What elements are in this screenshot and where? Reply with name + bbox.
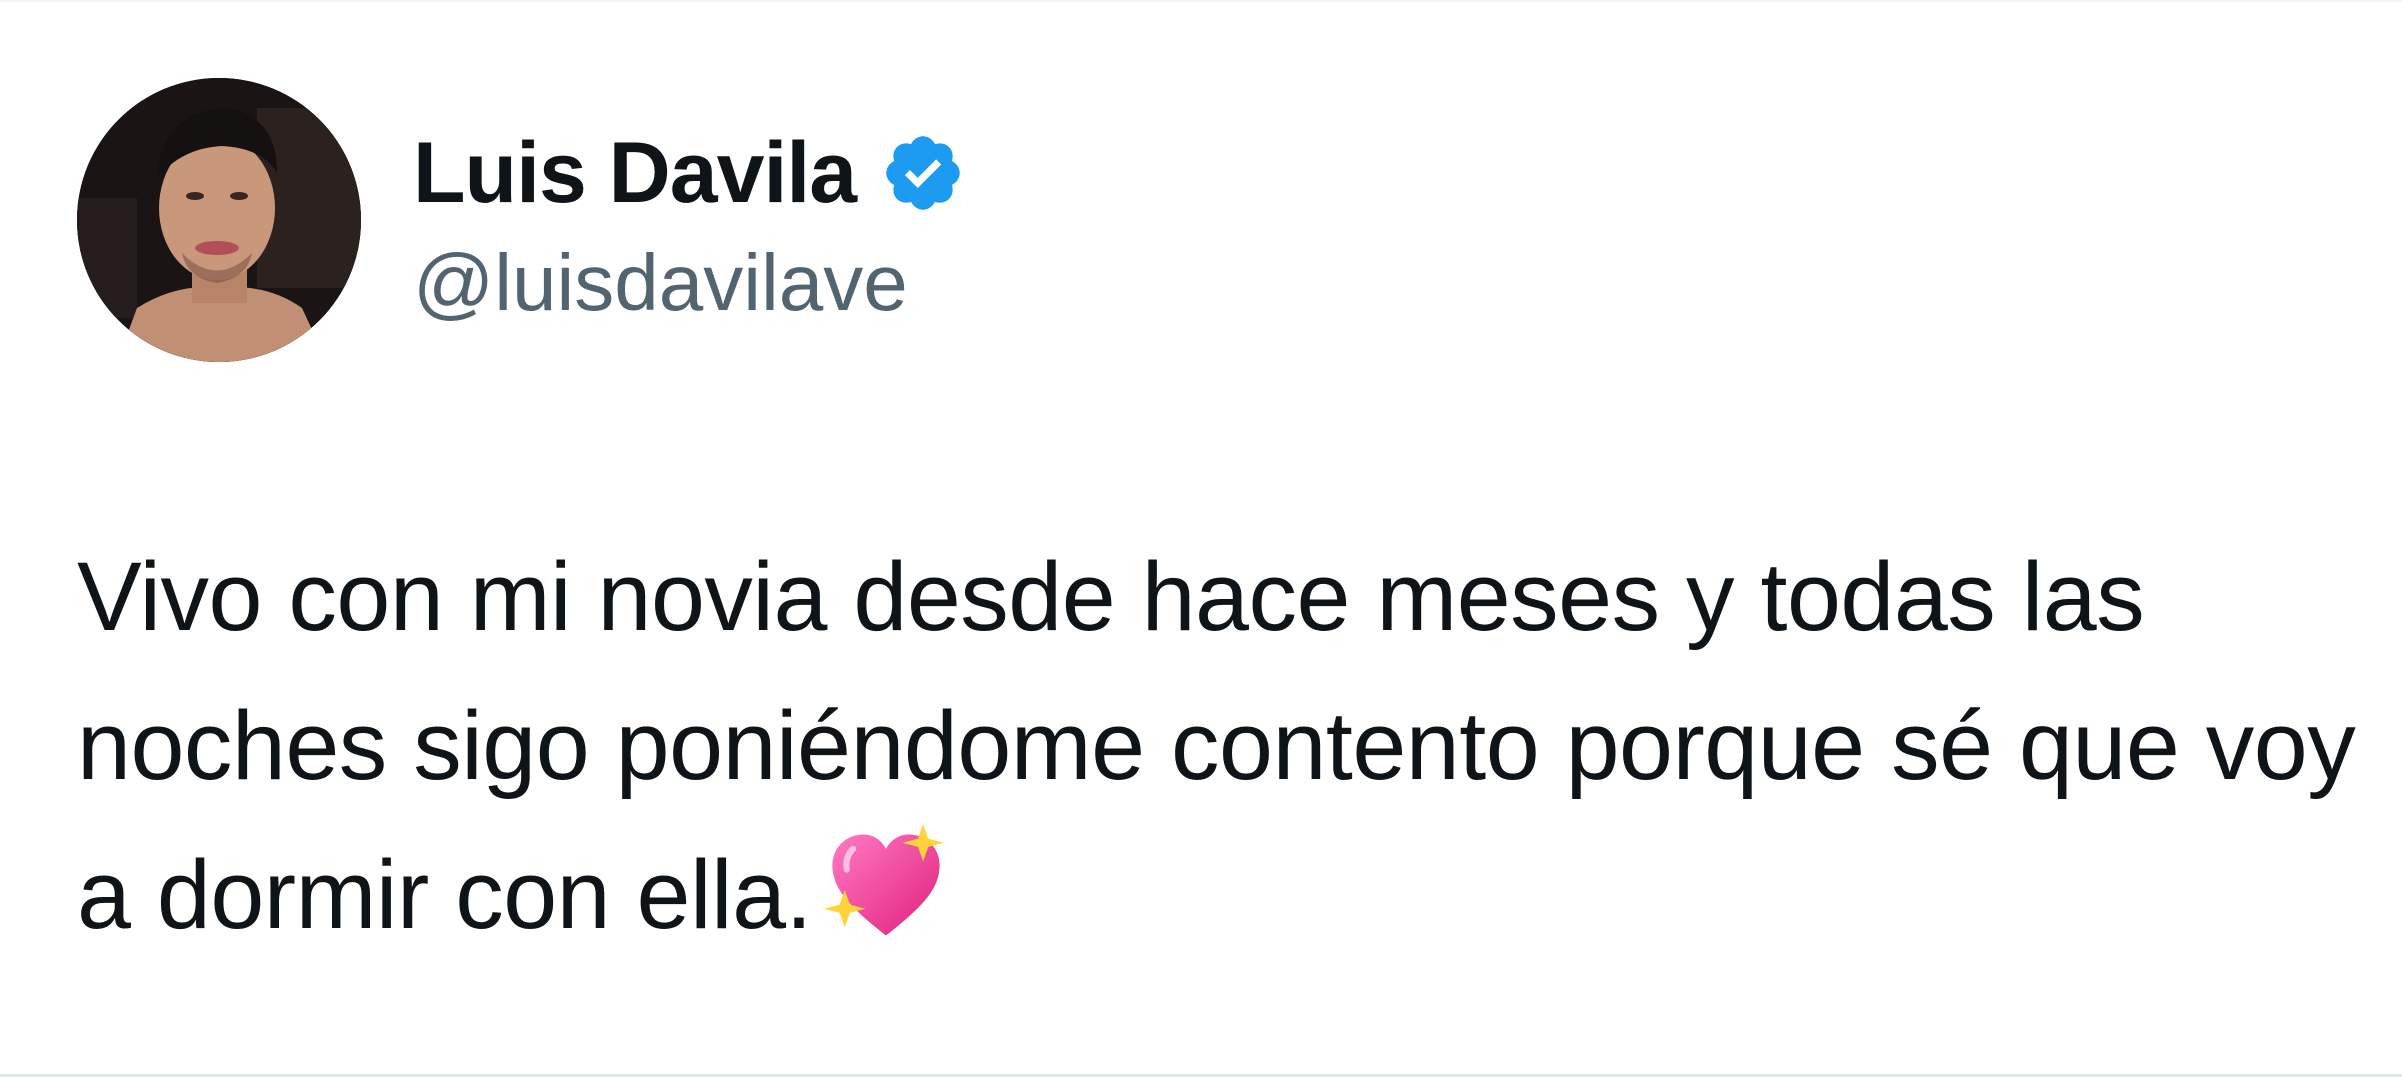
name-row: Luis Davila [413, 117, 966, 229]
tweet-header: Luis Davila @luisdavilave [77, 78, 2337, 362]
author-block: Luis Davila @luisdavilave [413, 117, 966, 323]
verified-badge-icon[interactable] [880, 130, 966, 216]
top-divider [0, 0, 2402, 2]
sparkling-heart-icon [820, 820, 952, 952]
avatar[interactable] [77, 78, 361, 362]
tweet-text: Vivo con mi novia desde hace meses y tod… [77, 542, 2356, 949]
author-handle[interactable]: @luisdavilave [413, 243, 966, 323]
tweet-text-block: Vivo con mi novia desde hace meses y tod… [77, 522, 2357, 969]
tweet-card: Luis Davila @luisdavilave Vivo con mi no… [77, 78, 2356, 969]
avatar-photo-icon [77, 78, 361, 362]
author-name[interactable]: Luis Davila [413, 130, 857, 216]
